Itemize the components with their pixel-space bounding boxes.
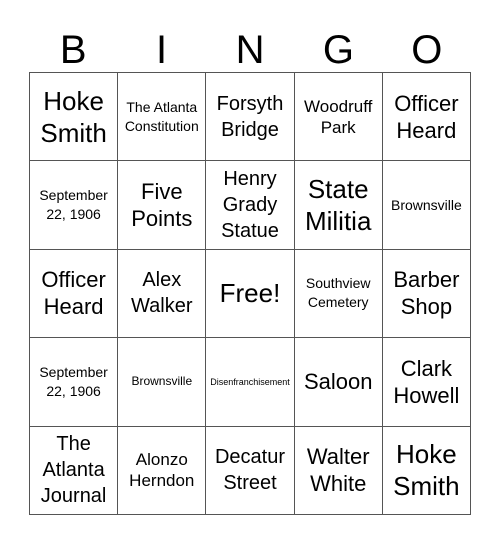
header-letter-n: N <box>235 28 265 72</box>
bingo-cell[interactable]: September 22, 1906 <box>30 161 119 250</box>
bingo-cell-text: Alex Walker <box>131 269 193 318</box>
bingo-cell[interactable]: Clark Howell <box>382 338 471 427</box>
bingo-cell-text: Hoke Smith <box>40 85 107 148</box>
header-letter-o: O <box>411 28 443 72</box>
bingo-cell-text: Free! <box>219 278 281 309</box>
bingo-cell-text: Southview Cemetery <box>305 275 371 311</box>
bingo-cell-free[interactable]: Free! <box>206 249 295 339</box>
bingo-cell-text: State Militia <box>304 174 372 237</box>
bingo-cell[interactable]: Alonzo Herndon <box>118 426 207 515</box>
bingo-cell-text: The Atlanta Journal <box>40 433 107 508</box>
bingo-cell-text: Brownsville <box>131 374 193 389</box>
bingo-cell[interactable]: Forsyth Bridge <box>206 73 295 162</box>
header-letter-g: G <box>322 28 354 72</box>
bingo-cell-text: September 22, 1906 <box>39 187 108 223</box>
bingo-cell[interactable]: Decatur Street <box>206 426 295 515</box>
bingo-cell-text: Forsyth Bridge <box>216 92 284 141</box>
bingo-cell[interactable]: Disenfranchisement <box>206 338 295 427</box>
bingo-cell-text: Walter White <box>306 444 370 497</box>
bingo-cell[interactable]: Henry Grady Statue <box>206 161 295 250</box>
bingo-cell-text: Officer Heard <box>394 90 459 143</box>
bingo-cell[interactable]: Walter White <box>294 426 383 515</box>
bingo-cell-text: Decatur Street <box>214 446 285 495</box>
bingo-cell[interactable]: The Atlanta Journal <box>30 426 119 515</box>
bingo-cell-text: The Atlanta Constitution <box>124 98 199 134</box>
bingo-cell[interactable]: Hoke Smith <box>30 73 119 162</box>
bingo-cell[interactable]: Southview Cemetery <box>294 249 383 339</box>
bingo-cell-text: Alonzo Herndon <box>129 450 195 491</box>
bingo-cell-text: Disenfranchisement <box>210 376 290 387</box>
bingo-cell[interactable]: Saloon <box>294 338 383 427</box>
bingo-cell-text: Saloon <box>303 369 373 395</box>
bingo-cell-text: Barber Shop <box>393 267 460 320</box>
header-letter-i: I <box>156 28 168 72</box>
bingo-cell-text: Hoke Smith <box>393 439 460 502</box>
bingo-cell[interactable]: Officer Heard <box>30 249 119 339</box>
bingo-cell[interactable]: Brownsville <box>382 161 471 250</box>
bingo-cell[interactable]: Officer Heard <box>382 73 471 162</box>
bingo-cell[interactable]: Woodruff Park <box>294 73 383 162</box>
bingo-cell[interactable]: Alex Walker <box>118 249 207 339</box>
bingo-cell-text: Woodruff Park <box>304 96 373 137</box>
bingo-cell[interactable]: Brownsville <box>118 338 207 427</box>
bingo-cell-text: Brownsville <box>390 196 462 213</box>
bingo-cell-text: Clark Howell <box>393 355 460 408</box>
bingo-grid: Hoke Smith The Atlanta Constitution Forsyt… <box>29 72 471 515</box>
bingo-cell[interactable]: State Militia <box>294 161 383 250</box>
bingo-cell[interactable]: The Atlanta Constitution <box>118 73 207 162</box>
bingo-cell-text: Henry Grady Statue <box>221 168 279 243</box>
bingo-cell[interactable]: Barber Shop <box>382 249 471 339</box>
bingo-cell[interactable]: Five Points <box>118 161 207 250</box>
bingo-cell-text: Five Points <box>131 179 193 232</box>
bingo-header: B I N G O <box>29 28 471 72</box>
bingo-cell[interactable]: September 22, 1906 <box>30 338 119 427</box>
bingo-cell-text: September 22, 1906 <box>39 363 108 399</box>
bingo-cell[interactable]: Hoke Smith <box>382 426 471 515</box>
bingo-cell-text: Officer Heard <box>41 267 106 320</box>
header-letter-b: B <box>59 28 87 72</box>
